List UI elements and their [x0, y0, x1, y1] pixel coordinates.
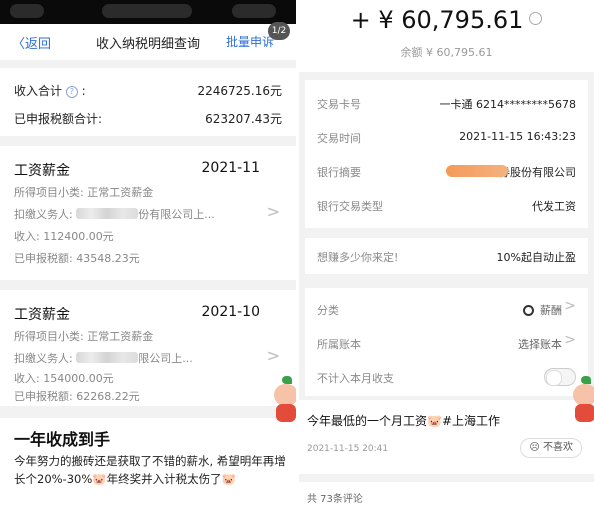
chevron-right-icon: > — [266, 202, 280, 221]
sticker-body — [276, 404, 296, 422]
sticker-body — [575, 404, 594, 422]
income-total-value: 2246725.16元 — [197, 84, 282, 98]
image-page-badge: 1/2 — [268, 22, 290, 40]
record-period: 2021-10 — [201, 304, 261, 320]
record-payer: 扣缴义务人: 限公司上... — [14, 350, 193, 366]
detail-value: 证券股份有限公司 — [446, 164, 576, 180]
record-title: 工资薪金 — [14, 307, 70, 323]
detail-row-card: 交易卡号 一卡通 6214********5678 — [317, 94, 576, 114]
detail-value: 代发工资 — [532, 200, 576, 213]
detail-value: 2021-11-15 16:43:23 — [459, 130, 576, 143]
category-panel: 分类 薪酬 > 所属账本 选择账本 > 不计入本月收支 — [305, 288, 588, 396]
sticker-leaf — [581, 376, 591, 384]
payer-label: 扣缴义务人: — [14, 208, 77, 221]
category-value: 薪酬 — [523, 302, 562, 318]
transaction-detail-screen: + ¥ 60,795.61 余额 ¥ 60,795.61 交易卡号 一卡通 62… — [299, 0, 594, 506]
income-record-card[interactable]: 工资薪金 2021-10 所得项目小类: 正常工资薪金 扣缴义务人: 限公司上.… — [0, 290, 296, 406]
nav-bar: 〈返回 收入纳税明细查询 批量申诉 — [0, 24, 296, 60]
status-bar — [0, 0, 296, 24]
status-blob — [10, 4, 44, 18]
post-title: 今年最低的一个月工资🐷#上海工作 — [307, 414, 500, 428]
payer-suffix: 限公司上... — [138, 352, 193, 365]
batch-appeal-button[interactable]: 批量申诉 — [226, 33, 274, 50]
exclude-row: 不计入本月收支 — [317, 360, 576, 394]
record-payer: 扣缴义务人: 份有限公司上... — [14, 206, 215, 222]
income-record-card[interactable]: 工资薪金 2021-11 所得项目小类: 正常工资薪金 扣缴义务人: 份有限公司… — [0, 146, 296, 280]
clock-icon — [529, 12, 543, 25]
dislike-label: 不喜欢 — [543, 442, 573, 453]
salary-icon — [523, 305, 534, 316]
sticker-head — [274, 384, 296, 406]
amount-text: + ¥ 60,795.61 — [350, 6, 524, 34]
account-balance: 余额 ¥ 60,795.61 — [400, 46, 493, 59]
redaction-smear — [446, 165, 508, 177]
promo-banner[interactable]: 想赚多少你来定! 10%起自动止盈 — [305, 238, 588, 274]
post-caption: 一年收成到手 今年努力的搬砖还是获取了不错的薪水, 希望明年再增长个20%-30… — [0, 418, 296, 506]
account-book-row[interactable]: 所属账本 选择账本 > — [317, 326, 576, 360]
post-body: 今年努力的搬砖还是获取了不错的薪水, 希望明年再增长个20%-30%🐷年终奖并入… — [14, 454, 286, 486]
promo-text: 想赚多少你来定! — [317, 251, 399, 264]
tax-detail-screen: 〈返回 收入纳税明细查询 批量申诉 1/2 收入合计 ? : 2246725.1… — [0, 0, 296, 506]
category-label: 分类 — [317, 304, 339, 317]
divider — [299, 474, 594, 482]
account-book-label: 所属账本 — [317, 338, 361, 351]
account-book-value: 选择账本 — [518, 338, 562, 351]
detail-value: 一卡通 6214********5678 — [439, 98, 577, 111]
record-item-type: 所得项目小类: 正常工资薪金 — [14, 186, 154, 199]
detail-key: 交易卡号 — [317, 98, 361, 111]
record-tax: 已申报税额: 43548.23元 — [14, 252, 140, 265]
detail-row-type: 银行交易类型 代发工资 — [317, 196, 576, 216]
category-value-text: 薪酬 — [540, 304, 562, 317]
record-item-type: 所得项目小类: 正常工资薪金 — [14, 330, 154, 343]
detail-key: 银行摘要 — [317, 166, 361, 179]
transaction-amount: + ¥ 60,795.61 — [299, 6, 594, 34]
pig-sticker-icon — [272, 376, 296, 424]
status-blob — [102, 4, 192, 18]
chevron-right-icon: > — [266, 346, 280, 365]
payer-label: 扣缴义务人: — [14, 352, 77, 365]
income-total-row: 收入合计 ? : 2246725.16元 — [14, 78, 282, 102]
record-income: 收入: 154000.00元 — [14, 372, 114, 385]
help-icon[interactable]: ? — [65, 86, 78, 98]
detail-row-time: 交易时间 2021-11-15 16:43:23 — [317, 128, 576, 148]
tax-total-row: 已申报税额合计: 623207.43元 — [14, 106, 282, 130]
chevron-right-icon: > — [564, 298, 576, 314]
tax-total-label: 已申报税额合计: — [14, 112, 103, 126]
redacted-payer — [76, 352, 139, 363]
post-date: 2021-11-15 20:41 — [307, 444, 389, 454]
chevron-right-icon: > — [564, 332, 576, 348]
post-caption: 今年最低的一个月工资🐷#上海工作 2021-11-15 20:41 ☹ 不喜欢 … — [299, 400, 594, 506]
summary-panel: 收入合计 ? : 2246725.16元 已申报税额合计: 623207.43元 — [0, 68, 296, 136]
category-row[interactable]: 分类 薪酬 > — [317, 292, 576, 326]
post-title: 一年收成到手 — [14, 430, 111, 449]
income-total-label: 收入合计 ? : — [14, 84, 86, 98]
redacted-payer — [76, 208, 139, 219]
record-period: 2021-11 — [201, 160, 261, 176]
record-tax: 已申报税额: 62268.22元 — [14, 390, 140, 403]
transaction-details: 交易卡号 一卡通 6214********5678 交易时间 2021-11-1… — [305, 80, 588, 228]
detail-key: 交易时间 — [317, 132, 361, 145]
dislike-button[interactable]: ☹ 不喜欢 — [520, 438, 582, 458]
detail-key: 银行交易类型 — [317, 200, 383, 213]
amount-panel: + ¥ 60,795.61 余额 ¥ 60,795.61 — [299, 0, 594, 72]
tax-total-value: 623207.43元 — [205, 112, 282, 126]
sticker-head — [573, 384, 594, 406]
record-title: 工资薪金 — [14, 163, 70, 179]
comment-count: 共 73条评论 — [307, 494, 363, 505]
exclude-label: 不计入本月收支 — [317, 372, 394, 385]
screenshot-collage: 〈返回 收入纳税明细查询 批量申诉 1/2 收入合计 ? : 2246725.1… — [0, 0, 594, 506]
pig-sticker-icon — [571, 376, 594, 424]
record-income: 收入: 112400.00元 — [14, 230, 114, 243]
status-blob — [232, 4, 276, 18]
payer-suffix: 份有限公司上... — [138, 208, 215, 221]
income-total-text: 收入合计 — [14, 84, 63, 98]
sticker-leaf — [282, 376, 292, 384]
promo-value: 10%起自动止盈 — [496, 251, 576, 264]
detail-row-summary: 银行摘要 证券股份有限公司 — [317, 162, 576, 182]
